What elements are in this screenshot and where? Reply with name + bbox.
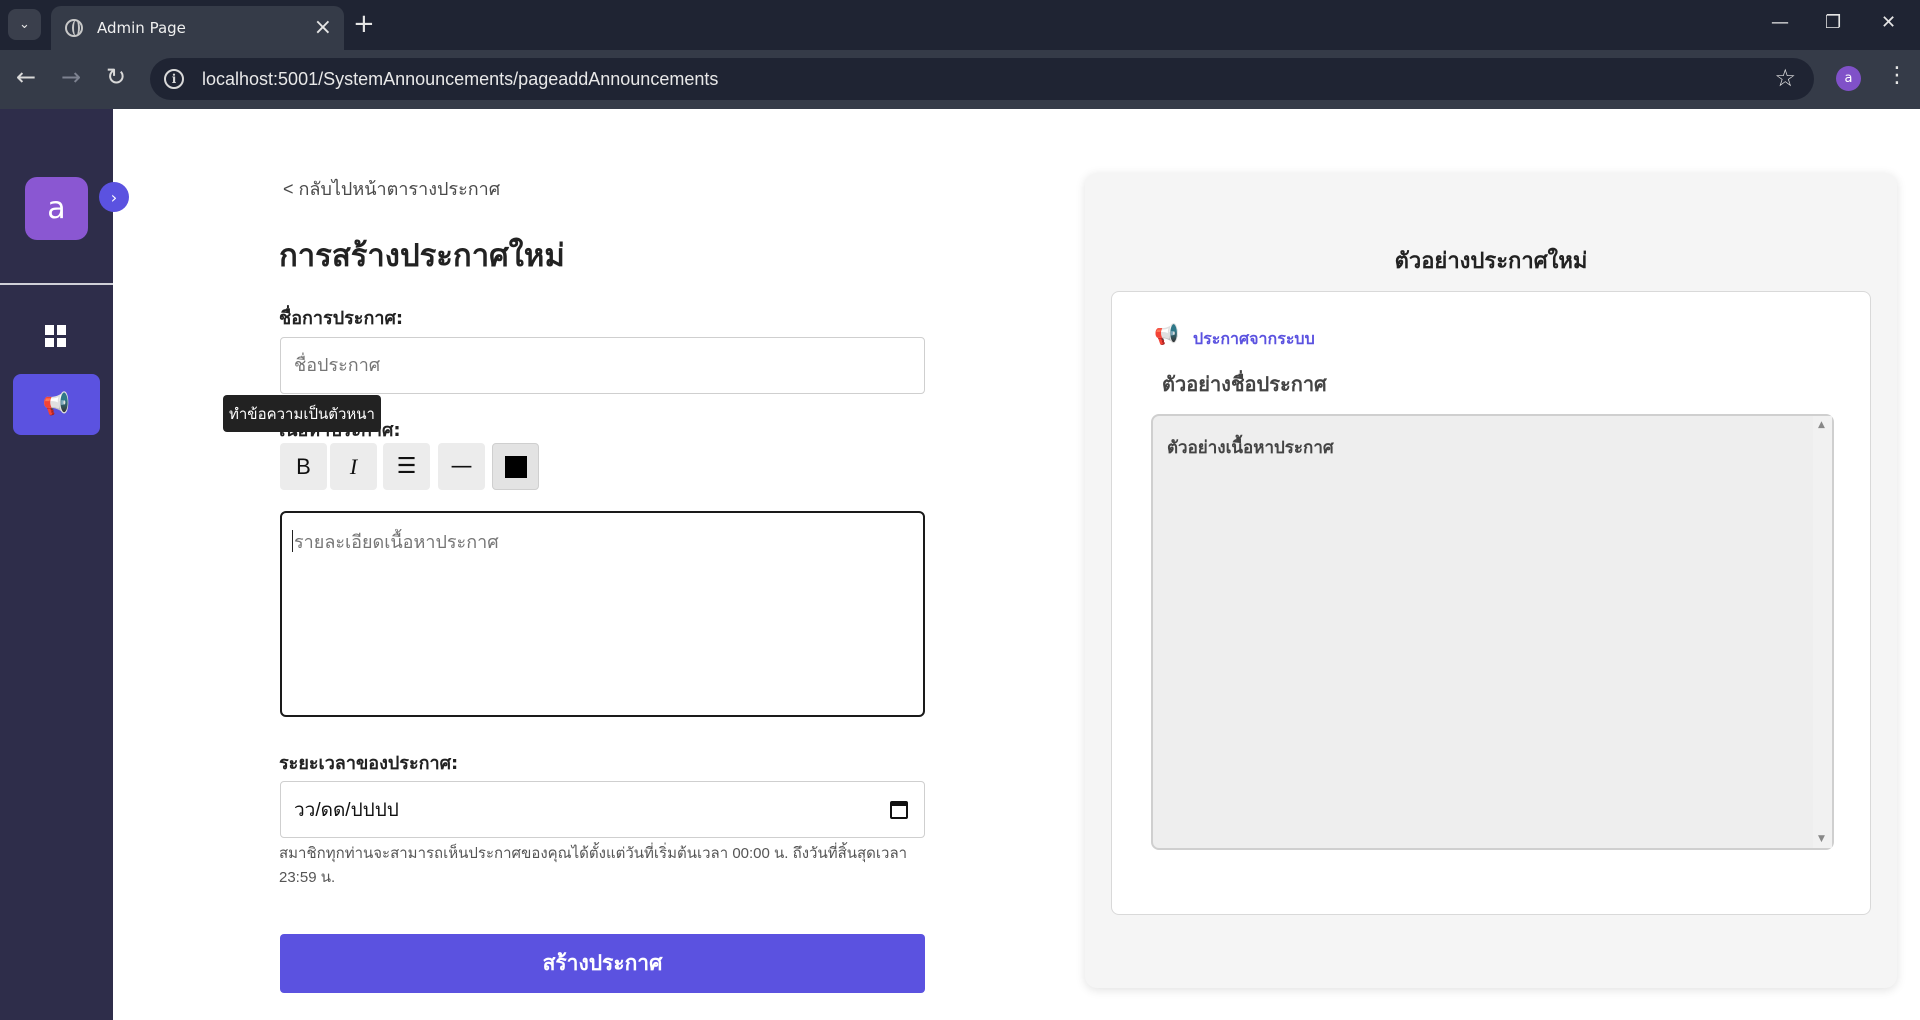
browser-tab[interactable]: Admin Page × [51,6,344,50]
bold-icon: B [296,453,311,479]
sidebar: a › 📢 [0,109,129,1020]
duration-label: ระยะเวลาของประกาศ: [279,753,459,774]
text-color-button[interactable] [492,443,539,490]
preview-scrollbar[interactable]: ▲ ▼ [1813,416,1832,848]
globe-icon [65,19,83,37]
preview-body-text: ตัวอย่างเนื้อหาประกาศ [1167,438,1334,458]
browser-menu-icon[interactable]: ⋮ [1886,64,1908,88]
preview-panel: ตัวอย่างประกาศใหม่ 📢 ประกาศจากระบบ ตัวอย… [1085,173,1897,988]
profile-avatar[interactable]: a [1836,66,1861,91]
restore-icon[interactable]: ❐ [1825,12,1841,33]
sidebar-divider [0,283,113,285]
address-bar[interactable]: i localhost:5001/SystemAnnouncements/pag… [150,58,1814,100]
reload-icon[interactable]: ↻ [106,64,126,90]
preview-source-label: ประกาศจากระบบ [1193,329,1315,348]
megaphone-icon: 📢 [1154,322,1179,346]
content-placeholder: รายละเอียดเนื้อหาประกาศ [294,532,499,552]
preview-body[interactable]: ตัวอย่างเนื้อหาประกาศ ▲ ▼ [1151,414,1834,850]
announcement-content-editor[interactable]: รายละเอียดเนื้อหาประกาศ [280,511,925,717]
scroll-down-icon[interactable]: ▼ [1818,834,1825,844]
minimize-icon[interactable]: — [1771,12,1789,33]
site-info-icon[interactable]: i [164,69,184,89]
chevron-right-icon: › [110,187,118,207]
calendar-icon[interactable] [890,801,908,819]
preview-heading: ตัวอย่างประกาศใหม่ [1394,249,1588,274]
new-tab-button[interactable]: + [353,10,375,38]
create-announcement-button[interactable]: สร้างประกาศ [280,934,925,993]
color-swatch-icon [504,455,527,478]
bold-button[interactable]: B [280,443,327,490]
sidebar-item-announcements[interactable]: 📢 [13,374,100,435]
page-title: การสร้างประกาศใหม่ [279,238,565,274]
name-label: ชื่อการประกาศ: [279,308,404,329]
preview-card: 📢 ประกาศจากระบบ ตัวอย่างชื่อประกาศ ตัวอย… [1111,291,1871,915]
tab-search-button[interactable]: ⌄ [8,9,41,40]
date-placeholder: วว/ดด/ปปปป [294,799,399,821]
url-text: localhost:5001/SystemAnnouncements/pagea… [202,68,719,89]
italic-button[interactable]: I [330,443,377,490]
bold-tooltip: ทำข้อความเป็นตัวหนา [223,395,381,432]
duration-help-text: สมาชิกทุกท่านจะสามารถเห็นประกาศของคุณได้… [279,845,908,886]
user-avatar[interactable]: a [25,177,88,240]
announcement-name-input[interactable] [280,337,925,394]
tab-title: Admin Page [97,19,186,37]
italic-icon: I [349,453,358,479]
bookmark-star-icon[interactable]: ☆ [1774,64,1796,92]
scroll-up-icon[interactable]: ▲ [1818,420,1825,430]
horizontal-rule-icon: — [450,454,473,479]
forward-arrow-icon[interactable]: → [61,64,81,90]
browser-toolbar: ← → ↻ i localhost:5001/SystemAnnouncemen… [0,50,1920,109]
back-to-table-link[interactable]: < กลับไปหน้าตารางประกาศ [283,174,500,203]
preview-title: ตัวอย่างชื่อประกาศ [1162,372,1327,396]
horizontal-rule-button[interactable]: — [438,443,485,490]
back-arrow-icon[interactable]: ← [16,64,36,90]
chevron-down-icon: ⌄ [19,17,30,32]
date-range-input[interactable]: วว/ดด/ปปปป [280,781,925,838]
bullet-list-icon: ☰ [396,454,417,479]
dashboard-icon[interactable] [45,325,67,347]
close-tab-icon[interactable]: × [314,17,332,39]
window-close-icon[interactable]: ✕ [1881,12,1896,33]
sidebar-expand-button[interactable]: › [99,182,129,212]
browser-tab-strip: ⌄ Admin Page × + — ❐ ✕ [0,0,1920,50]
bullet-list-button[interactable]: ☰ [383,443,430,490]
megaphone-icon: 📢 [42,392,71,417]
